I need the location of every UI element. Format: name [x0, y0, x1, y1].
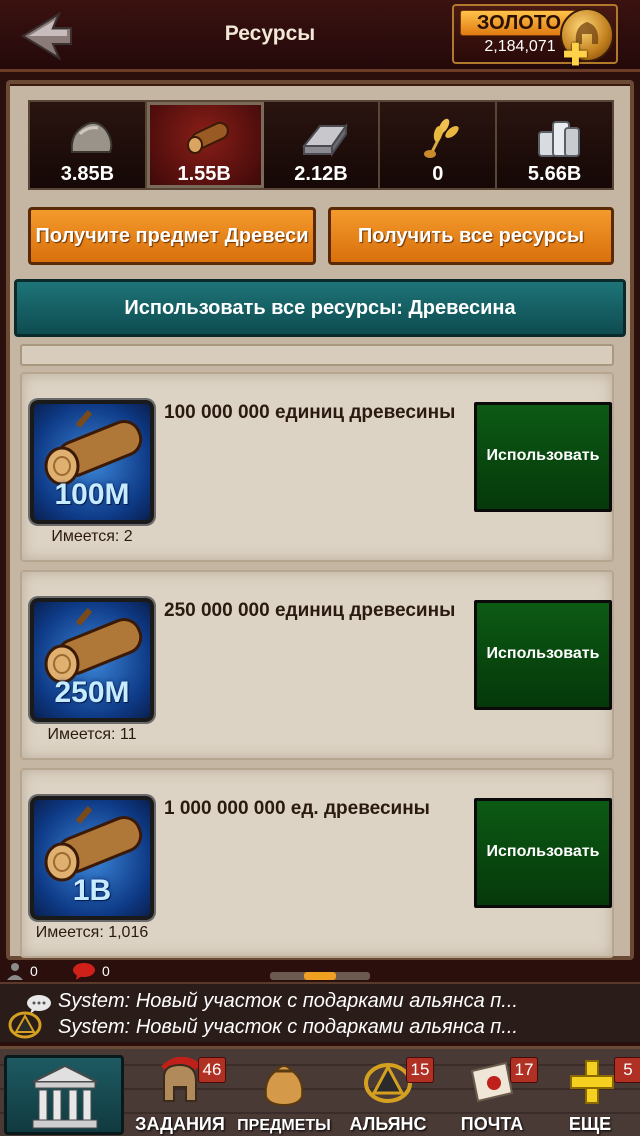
resource-tab-wood[interactable]: 1.55B [146, 102, 264, 188]
resource-tabs: 3.85B 1.55B 2.12B 0 5.66B [28, 100, 614, 190]
list-top-edge [20, 344, 614, 366]
nav-more[interactable]: 5 ЕЩЕ [540, 1049, 640, 1136]
plus-icon [570, 1060, 614, 1104]
wood-log-icon [44, 806, 143, 882]
nav-label: ПРЕДМЕТЫ [237, 1117, 331, 1134]
add-gold-icon[interactable]: ✚ [563, 38, 588, 73]
home-button[interactable] [4, 1055, 124, 1135]
item-amount-badge: 100M [54, 478, 130, 511]
person-icon [7, 963, 23, 980]
back-button[interactable] [12, 6, 82, 66]
wood-item-icon[interactable]: 100M [30, 400, 154, 524]
wheat-icon [424, 118, 460, 158]
unread-messages[interactable]: 0 [72, 962, 110, 980]
item-owned-count: Имеется: 1,016 [35, 924, 149, 941]
wood-log-icon [186, 121, 229, 154]
nav-alliance[interactable]: 15 АЛЬЯНС [336, 1049, 440, 1136]
item-card-100m: 100M Имеется: 2 100 000 000 единиц древе… [20, 372, 614, 562]
item-owned-count: Имеется: 11 [47, 726, 137, 743]
item-card-1b: 1B Имеется: 1,016 1 000 000 000 ед. древ… [20, 768, 614, 958]
chat-text: Новый участок с подарками альянса п... [135, 990, 518, 1012]
gold-balance[interactable]: ЗОЛОТО 2,184,071 ✚ [452, 4, 618, 72]
nav-items[interactable]: ПРЕДМЕТЫ [232, 1049, 336, 1136]
online-players[interactable]: 0 [6, 962, 38, 980]
nav-label: АЛЬЯНС [349, 1114, 427, 1134]
use-button[interactable]: Использовать [474, 600, 612, 710]
city-hall-icon [32, 1064, 98, 1129]
alliance-badge: 15 [406, 1057, 434, 1083]
resource-value: 0 [432, 163, 444, 185]
chat-text: Новый участок с подарками альянса п... [135, 1016, 518, 1038]
resource-tab-food[interactable]: 0 [380, 102, 498, 188]
chat-sender: System: [58, 1016, 131, 1038]
more-badge: 5 [614, 1057, 640, 1083]
online-players-count: 0 [30, 963, 38, 979]
online-status-strip: 0 0 [0, 960, 640, 982]
resource-value: 1.55B [177, 163, 231, 185]
resource-value: 2.12B [294, 163, 348, 185]
iron-ingot-icon [301, 122, 348, 158]
nav-quests[interactable]: 46 ЗАДАНИЯ [128, 1049, 232, 1136]
item-amount-badge: 1B [72, 874, 112, 907]
item-title: 100 000 000 единиц древесины [164, 402, 456, 423]
back-arrow-icon [21, 11, 72, 61]
quests-badge: 46 [198, 1057, 226, 1083]
chat-message: System: Новый участок с подарками альянс… [58, 1016, 518, 1039]
stone-icon [70, 121, 113, 153]
resource-value: 5.66B [527, 163, 582, 185]
resource-tab-silver[interactable]: 5.66B [497, 102, 612, 188]
alliance-emblem-icon [8, 1011, 42, 1039]
wood-item-icon[interactable]: 1B [30, 796, 154, 920]
chat-bubble-icon [73, 963, 95, 980]
chat-drag-handle[interactable] [270, 972, 370, 980]
resource-tab-stone[interactable]: 3.85B [30, 102, 147, 188]
unread-messages-count: 0 [102, 963, 110, 979]
item-owned-count: Имеется: 2 [51, 528, 133, 545]
chat-sender: System: [58, 990, 131, 1012]
resource-value: 3.85B [60, 163, 115, 185]
bottom-navigation: 46 ЗАДАНИЯ ПРЕДМЕТЫ 15 АЛЬЯНС 17 ПОЧТА 5… [0, 1046, 640, 1136]
top-bar: Ресурсы ЗОЛОТО 2,184,071 ✚ [0, 0, 640, 72]
mail-badge: 17 [510, 1057, 538, 1083]
item-bag-icon [264, 1065, 304, 1107]
wood-item-icon[interactable]: 250M [30, 598, 154, 722]
resource-tab-ore[interactable]: 2.12B [263, 102, 381, 188]
item-title: 1 000 000 000 ед. древесины [164, 798, 430, 819]
page-title: Ресурсы [224, 22, 316, 45]
silver-coins-icon [538, 121, 581, 157]
item-title: 250 000 000 единиц древесины [164, 600, 456, 621]
wood-log-icon [44, 608, 143, 684]
get-wood-item-button[interactable]: Получите предмет Древеси [28, 207, 316, 265]
chat-preview[interactable]: System: Новый участок с подарками альянс… [0, 982, 640, 1042]
item-amount-badge: 250M [54, 676, 130, 709]
wood-log-icon [44, 410, 143, 486]
get-all-resources-button[interactable]: Получить все ресурсы [328, 207, 614, 265]
item-card-250m: 250M Имеется: 11 250 000 000 единиц древ… [20, 570, 614, 760]
nav-label: ЗАДАНИЯ [135, 1114, 225, 1134]
chat-message: System: Новый участок с подарками альянс… [58, 990, 518, 1013]
use-button[interactable]: Использовать [474, 798, 612, 908]
nav-mail[interactable]: 17 ПОЧТА [440, 1049, 544, 1136]
nav-label: ПОЧТА [460, 1114, 524, 1134]
use-button[interactable]: Использовать [474, 402, 612, 512]
nav-label: ЕЩЕ [568, 1114, 612, 1134]
use-all-resources-button[interactable]: Использовать все ресурсы: Древесина [14, 279, 626, 337]
